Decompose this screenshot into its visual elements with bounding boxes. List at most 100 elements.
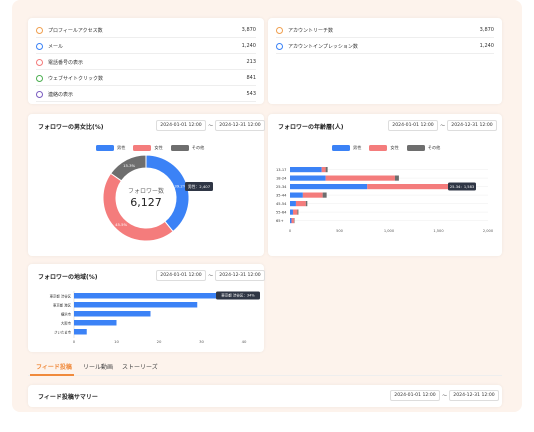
bar-女性-25-34 xyxy=(367,184,457,190)
bar-男性-25-34 xyxy=(290,184,368,190)
circle-icon xyxy=(276,26,283,34)
metrics_left-row: プロフィールアクセス数 3,870 xyxy=(36,23,256,38)
age-tooltip-text: 25-34：1,583 xyxy=(450,185,474,189)
summary-date-from[interactable]: 2024-01-01 12:00 xyxy=(390,390,440,401)
bar-東京都 港区 xyxy=(74,302,198,308)
tab-stories[interactable]: ストーリーズ xyxy=(122,362,158,371)
x-tick-label: 1,000 xyxy=(384,229,395,233)
bar-男性-35-44 xyxy=(290,192,303,198)
metrics_left-row: ウェブサイトクリック数 841 xyxy=(36,71,256,86)
bar-男性-65+ xyxy=(290,218,292,224)
active-tab-indicator xyxy=(30,374,74,376)
age-card: フォロワーの年齢層(人) 2024-01-01 12:00 〜 2024-12-… xyxy=(268,114,502,256)
bar-男性-18-24 xyxy=(290,175,326,181)
y-tick-label: 横浜市 xyxy=(61,312,72,317)
reach-card: アカウントリーチ数 3,870 アカウントインプレッション数 1,240 xyxy=(268,18,502,104)
bar-横浜市 xyxy=(74,311,151,317)
gender-card: フォロワーの男女比(%) 2024-01-01 12:00 〜 2024-12-… xyxy=(28,114,265,256)
bar-その他-35-44 xyxy=(322,192,327,198)
bar-さいたま市 xyxy=(74,329,87,335)
metric-label: アカウントリーチ数 xyxy=(288,27,334,34)
account-actions-card: プロフィールアクセス数 3,870 メール 1,240 電話番号の表示 213 ウェブサイト… xyxy=(28,18,264,104)
donut-center-label: フォロワー数 xyxy=(128,187,164,195)
date-separator: 〜 xyxy=(442,393,447,399)
slice-label: 39.2% xyxy=(174,183,186,188)
x-tick-label: 30 xyxy=(199,339,204,344)
y-tick-label: 大阪市 xyxy=(61,321,72,326)
bar-女性-35-44 xyxy=(302,192,323,198)
x-tick-label: 10 xyxy=(114,339,119,344)
metric-value: 3,870 xyxy=(241,27,256,33)
metric-label: ウェブサイトクリック数 xyxy=(48,75,104,82)
circle-icon xyxy=(36,90,43,98)
metrics_left-row: 連絡の表示 543 xyxy=(36,87,256,102)
slice-label: 45.5% xyxy=(115,222,127,227)
metric-value: 543 xyxy=(246,91,256,97)
metrics_right-row: アカウントインプレッション数 1,240 xyxy=(276,39,494,54)
y-tick-label: 65+ xyxy=(276,219,284,223)
slice-label: 15.3% xyxy=(123,163,135,168)
y-tick-label: 東京都 港区 xyxy=(53,303,72,308)
summary-title: フィード投稿サマリー xyxy=(38,394,98,401)
y-tick-label: さいたま市 xyxy=(54,330,71,335)
circle-icon xyxy=(36,42,43,50)
y-tick-label: 55-64 xyxy=(276,211,287,215)
metric-label: 連絡の表示 xyxy=(48,91,74,98)
x-tick-label: 0 xyxy=(289,229,292,233)
circle-icon xyxy=(36,74,43,82)
x-tick-label: 500 xyxy=(336,229,344,233)
tab-feed[interactable]: フィード投稿 xyxy=(36,362,72,371)
metric-value: 213 xyxy=(246,59,256,65)
bar-女性-18-24 xyxy=(325,175,395,181)
x-tick-label: 20 xyxy=(157,339,162,344)
circle-icon xyxy=(276,42,283,50)
metric-value: 1,240 xyxy=(241,43,256,49)
region-bar-chart: 0 10 20 30 40 東京都 渋谷区東京都 港区横浜市大阪市さいたま市 東京都 渋谷区… xyxy=(50,291,260,344)
y-tick-label: 東京都 渋谷区 xyxy=(50,294,72,299)
summary-date-to[interactable]: 2024-12-31 12:00 xyxy=(449,390,499,401)
bar-その他-18-24 xyxy=(394,175,399,181)
bar-その他-55-64 xyxy=(297,209,299,215)
circle-icon xyxy=(36,58,43,66)
region-tooltip-text: 東京都 渋谷区：34% xyxy=(221,293,255,298)
x-tick-label: 40 xyxy=(242,339,247,344)
bar-東京都 渋谷区 xyxy=(74,293,219,299)
y-tick-label: 25-34 xyxy=(276,185,287,189)
tab-reels[interactable]: リール動画 xyxy=(83,362,113,371)
summary-date-range: 2024-01-01 12:00 〜 2024-12-31 12:00 xyxy=(390,390,499,401)
age-bar-chart: 0 500 1,000 1,500 2,000 13-17 18-24 25-34 35-44 4… xyxy=(276,167,494,233)
metric-label: 電話番号の表示 xyxy=(48,59,84,66)
bar-女性-45-54 xyxy=(295,201,306,207)
metric-label: アカウントインプレッション数 xyxy=(288,43,358,50)
bar-その他-13-17 xyxy=(325,167,328,173)
metric-label: プロフィールアクセス数 xyxy=(48,27,103,34)
metric-label: メール xyxy=(48,43,64,50)
bar-男性-45-54 xyxy=(290,201,296,207)
bar-大阪市 xyxy=(74,320,117,326)
metrics_right-row: アカウントリーチ数 3,870 xyxy=(276,23,494,38)
metrics_left-row: メール 1,240 xyxy=(36,39,256,54)
y-tick-label: 18-24 xyxy=(276,177,287,181)
donut-tooltip-text: 男性：2,407 xyxy=(188,184,211,189)
bar-その他-45-54 xyxy=(305,201,308,207)
metrics_left-row: 電話番号の表示 213 xyxy=(36,55,256,70)
bar-男性-55-64 xyxy=(290,209,293,215)
y-tick-label: 13-17 xyxy=(276,168,286,172)
bar-女性-13-17 xyxy=(321,167,326,173)
x-tick-label: 1,500 xyxy=(433,229,444,233)
metric-value: 3,870 xyxy=(479,27,494,33)
bar-女性-55-64 xyxy=(292,209,298,215)
circle-icon xyxy=(36,26,43,34)
donut-center-value: 6,127 xyxy=(130,196,162,209)
bar-女性-65+ xyxy=(291,218,294,224)
x-tick-label: 2,000 xyxy=(483,229,494,233)
feed-summary-card: フィード投稿サマリー 2024-01-01 12:00 〜 2024-12-31… xyxy=(28,385,502,407)
metric-value: 841 xyxy=(246,75,256,81)
tabs-underline xyxy=(28,375,502,376)
x-tick-label: 0 xyxy=(73,339,76,344)
y-tick-label: 35-44 xyxy=(276,194,287,198)
bar-男性-13-17 xyxy=(290,167,322,173)
region-card: フォロワーの地域(%) 2024-01-01 12:00 〜 2024-12-3… xyxy=(28,264,265,352)
y-tick-label: 45-54 xyxy=(276,202,287,206)
gender-donut-chart: 39.2% 45.5% 15.3% フォロワー数6,127 男性：2,407 xyxy=(102,154,213,242)
